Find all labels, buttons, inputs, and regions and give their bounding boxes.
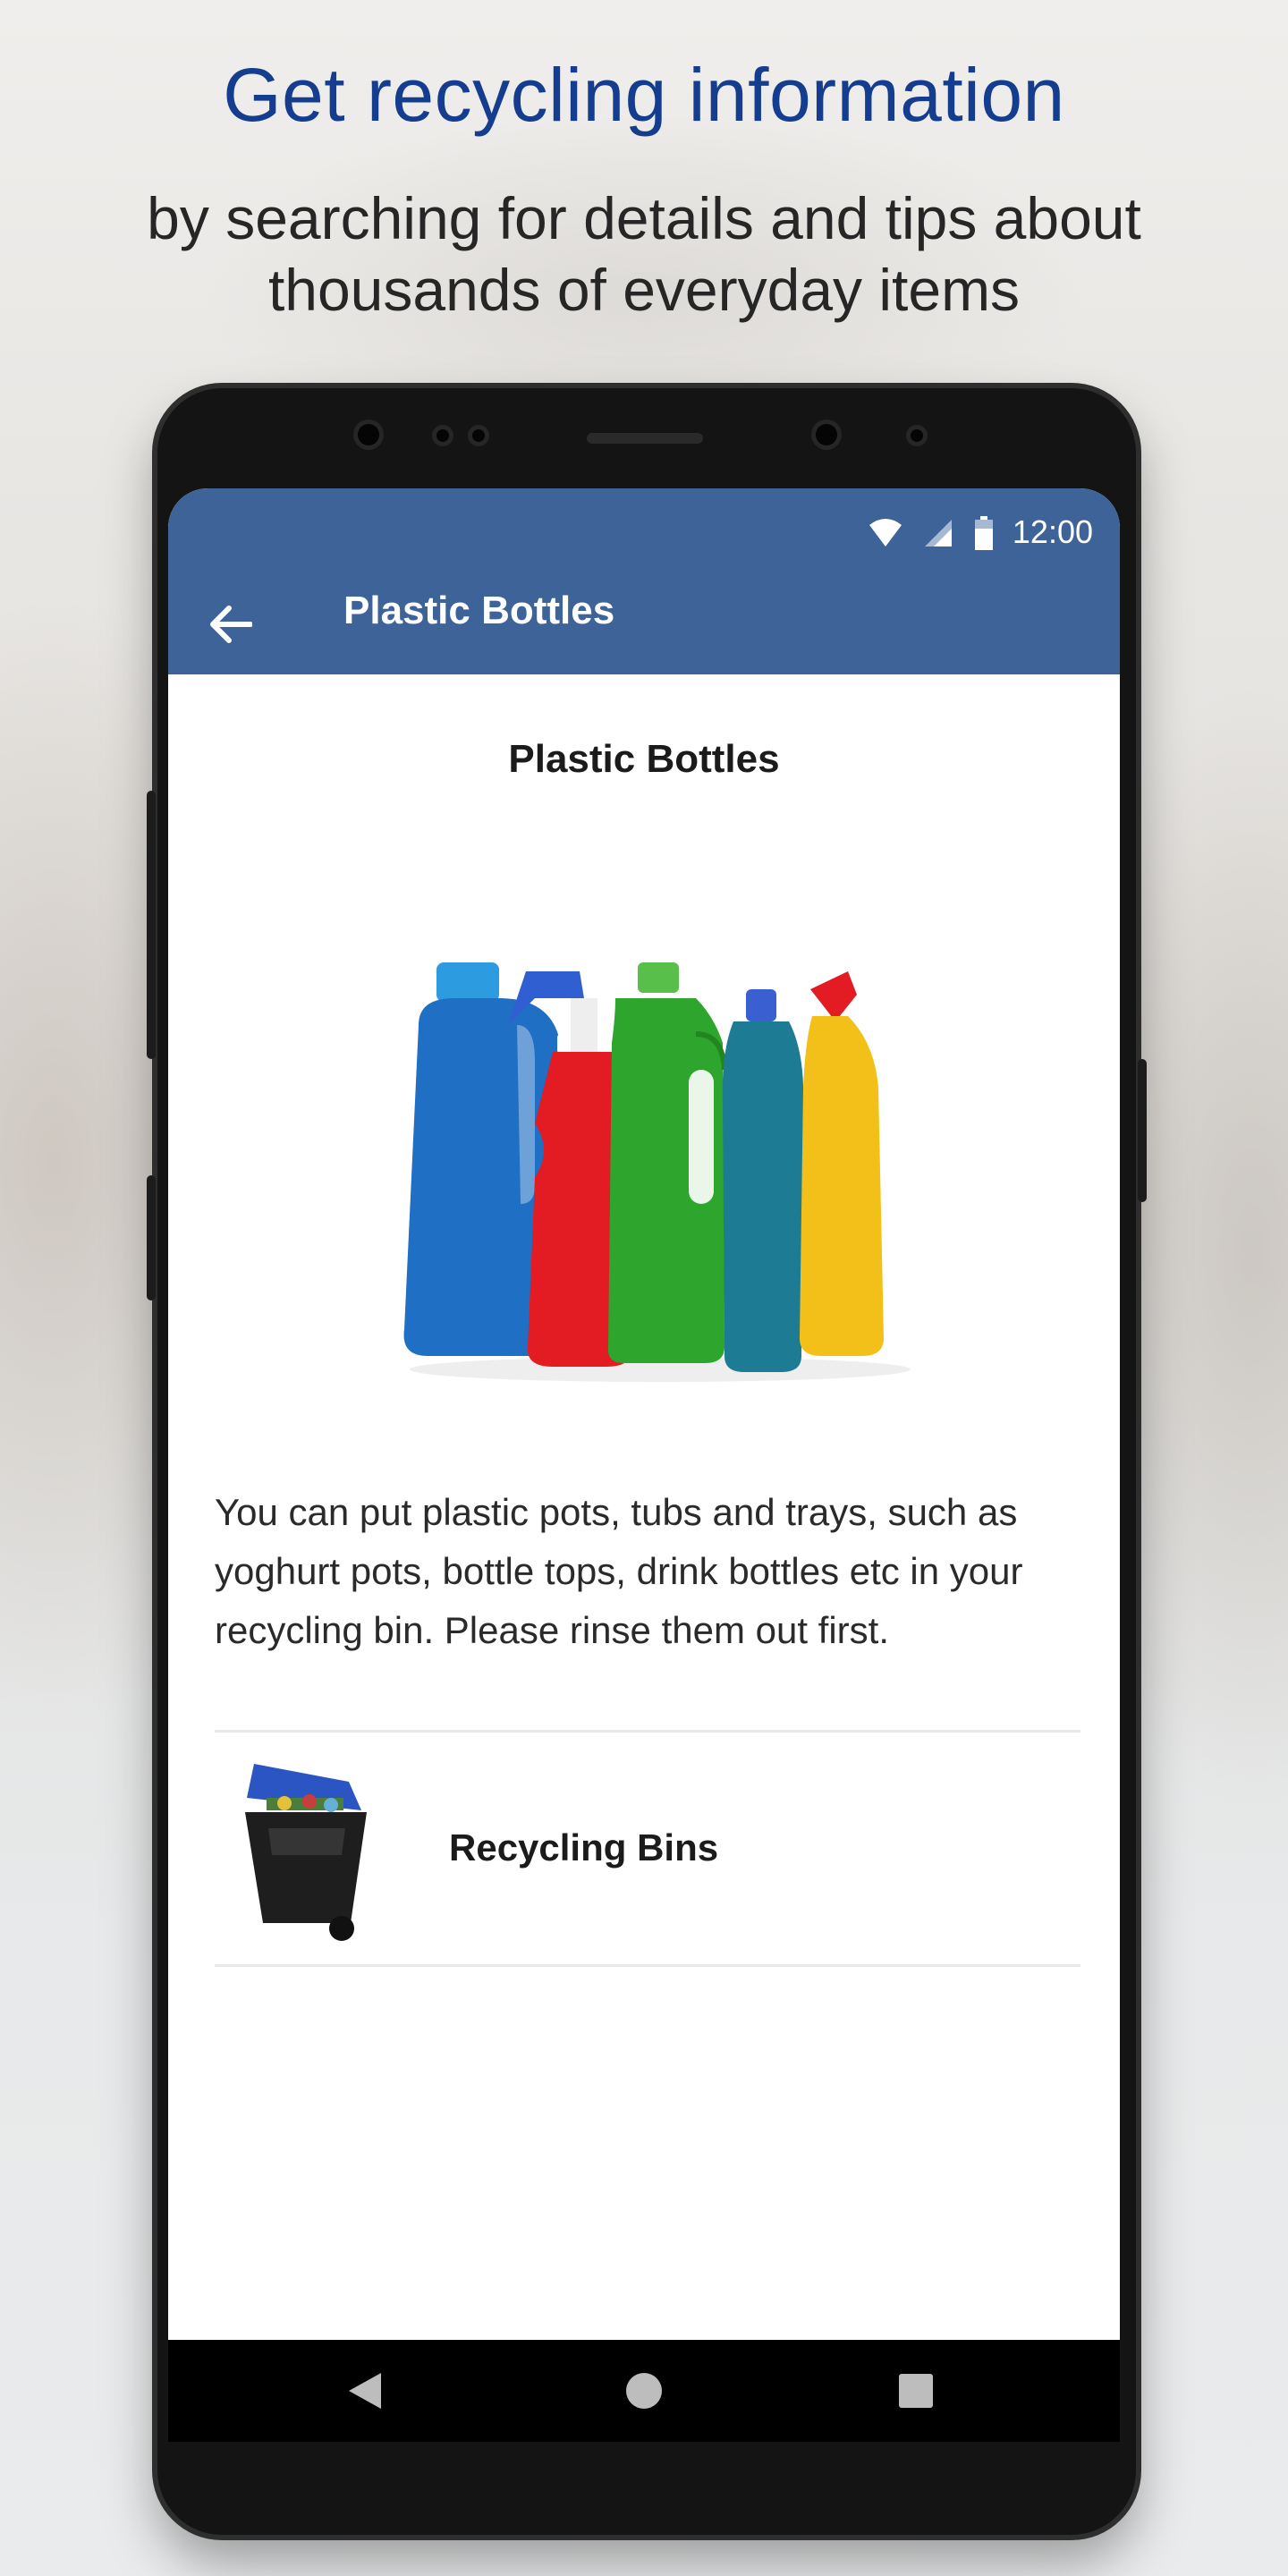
phone-frame: 12:00 Plastic Bottles Plastic Bottles Yo…: [147, 388, 1147, 2535]
promo-subline-line-1: by searching for details and tips about: [147, 185, 1141, 251]
phone-camera: [358, 424, 379, 445]
promo-subline-line-2: thousands of everyday items: [267, 257, 1021, 323]
phone-sensor: [436, 429, 449, 442]
nav-back-button[interactable]: [329, 2340, 401, 2442]
app-bar: 12:00 Plastic Bottles: [168, 488, 1120, 674]
home-circle-icon: [626, 2373, 662, 2409]
recycling-bins-label: Recycling Bins: [449, 1826, 719, 1868]
nav-home-button[interactable]: [608, 2340, 680, 2442]
phone-front-camera: [816, 424, 837, 445]
promo-headline: Get recycling information: [223, 53, 1065, 137]
battery-icon: [975, 516, 993, 550]
status-time: 12:00: [1012, 513, 1093, 550]
divider-bottom: [215, 1964, 1080, 1967]
back-button[interactable]: [204, 597, 258, 651]
phone-side-button-left-1: [147, 791, 156, 1059]
phone-side-button-right: [1138, 1059, 1147, 1202]
plastic-bottles-image: [403, 962, 911, 1382]
phone-proximity-sensor: [911, 429, 923, 442]
recycling-bins-row[interactable]: Recycling Bins: [215, 1733, 1080, 1964]
item-title: Plastic Bottles: [508, 737, 780, 781]
divider-top: [215, 1730, 1080, 1733]
recycling-bin-icon: [245, 1764, 367, 1941]
back-triangle-icon: [349, 2373, 381, 2409]
phone-sensor-2: [472, 429, 485, 442]
app-bar-title: Plastic Bottles: [343, 589, 615, 632]
recents-square-icon: [899, 2374, 933, 2408]
arrow-back-icon: [210, 606, 252, 643]
status-icons: [868, 515, 995, 551]
item-description: You can put plastic pots, tubs and trays…: [215, 1491, 1023, 1651]
nav-recents-button[interactable]: [880, 2340, 952, 2442]
wifi-icon: [869, 519, 902, 547]
phone-speaker: [587, 433, 703, 444]
navigation-bar: [168, 2340, 1120, 2442]
promo-subline: by searching for details and tips about …: [0, 182, 1288, 326]
phone-side-button-left-2: [147, 1175, 156, 1301]
signal-icon: [925, 520, 952, 547]
app-screen: 12:00 Plastic Bottles Plastic Bottles Yo…: [168, 488, 1120, 2442]
